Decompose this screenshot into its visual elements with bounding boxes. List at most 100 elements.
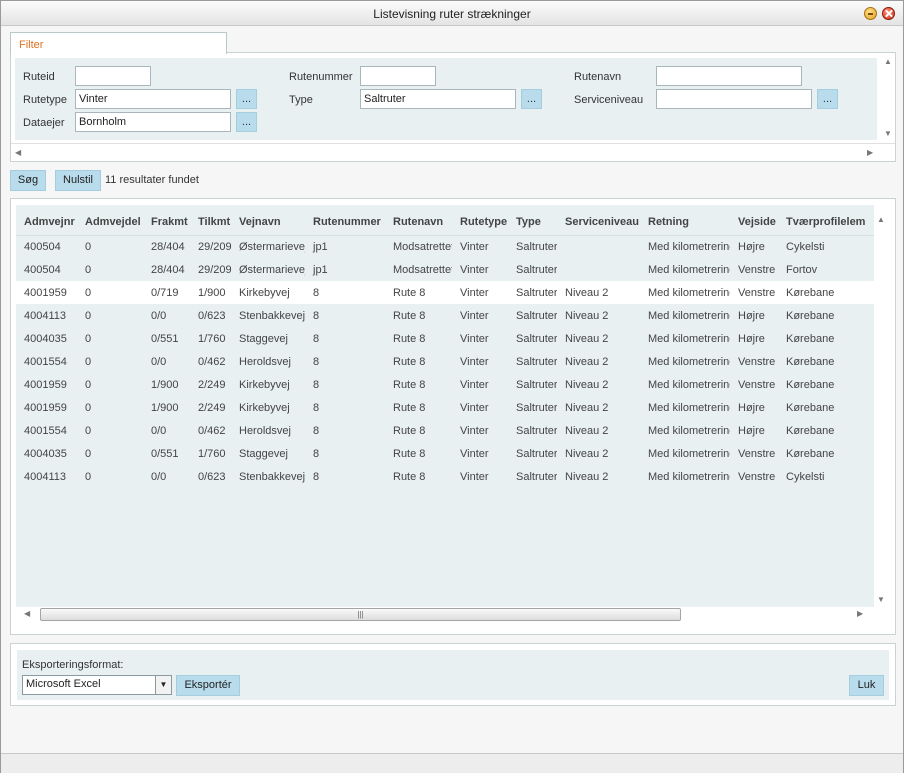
- column-header[interactable]: Rutenummer: [305, 205, 385, 236]
- table-row[interactable]: 4001554 0 0/0 0/462 Heroldsvej 8 Rute 8 Vinter S…: [16, 419, 874, 442]
- table-cell: 0/0: [151, 470, 167, 483]
- table-cell: 0: [85, 378, 92, 391]
- table-cell: Med kilometrering: [648, 263, 730, 276]
- table-cell: Vinter: [460, 424, 489, 437]
- minimize-icon[interactable]: [864, 7, 877, 20]
- dataejer-input[interactable]: [75, 112, 231, 132]
- column-header[interactable]: Type: [508, 205, 557, 236]
- scroll-right-icon[interactable]: ▶: [867, 148, 873, 157]
- table-cell: 0: [85, 240, 92, 253]
- table-cell: Staggevej: [239, 332, 288, 345]
- table-cell: Rute 8: [393, 424, 426, 437]
- table-cell: Rute 8: [393, 401, 426, 414]
- scroll-up-icon[interactable]: ▲: [884, 57, 892, 66]
- rutenummer-input[interactable]: [360, 66, 436, 86]
- table-cell: Cykelsti: [786, 470, 825, 483]
- table-cell: Saltruter: [516, 309, 557, 322]
- type-browse-button[interactable]: ...: [521, 89, 542, 109]
- table-cell: Kørebane: [786, 332, 835, 345]
- table-cell: Med kilometrering: [648, 378, 730, 391]
- type-label: Type: [289, 94, 313, 106]
- results-table: Admvejnr Admvejdel Frakmt Tilkmt Vejnavn Rute…: [16, 205, 874, 488]
- scroll-left-icon[interactable]: ◀: [24, 609, 30, 618]
- table-row[interactable]: 400504 0 28/404 29/209 Østermarievej jp1 Modsa…: [16, 258, 874, 281]
- rutenavn-input[interactable]: [656, 66, 802, 86]
- search-button[interactable]: Søg: [10, 170, 46, 191]
- table-cell: Med kilometrering: [648, 332, 730, 345]
- table-row[interactable]: 4004035 0 0/551 1/760 Staggevej 8 Rute 8 Vinter…: [16, 327, 874, 350]
- column-header[interactable]: Serviceniveau: [557, 205, 640, 236]
- table-cell: Saltruter: [516, 378, 557, 391]
- rutetype-input[interactable]: [75, 89, 231, 109]
- filter-horizontal-scrollbar[interactable]: ◀ ▶: [11, 143, 895, 161]
- column-header[interactable]: Frakmt: [143, 205, 190, 236]
- chevron-down-icon[interactable]: ▼: [155, 676, 171, 694]
- table-row[interactable]: 4004113 0 0/0 0/623 Stenbakkevej 8 Rute 8 Vinte…: [16, 465, 874, 488]
- table-row[interactable]: 4001554 0 0/0 0/462 Heroldsvej 8 Rute 8 Vinter S…: [16, 350, 874, 373]
- table-cell: 4004113: [24, 470, 67, 483]
- table-cell: Fortov: [786, 263, 818, 276]
- serviceniveau-browse-button[interactable]: ...: [817, 89, 838, 109]
- table-row[interactable]: 4004113 0 0/0 0/623 Stenbakkevej 8 Rute 8 Vinte…: [16, 304, 874, 327]
- table-cell: 8: [313, 470, 320, 483]
- table-cell: 8: [305, 281, 385, 304]
- export-panel: Eksporteringsformat: Microsoft Excel ▼ E…: [10, 643, 896, 706]
- type-input[interactable]: [360, 89, 516, 109]
- scroll-left-icon[interactable]: ◀: [15, 148, 21, 157]
- table-cell: Modsatrettet: [393, 263, 452, 276]
- scroll-right-icon[interactable]: ▶: [857, 609, 863, 618]
- table-cell: Højre: [738, 309, 765, 322]
- column-header[interactable]: Vejnavn: [231, 205, 305, 236]
- table-cell: 8: [313, 378, 320, 391]
- table-cell: 0: [85, 355, 92, 368]
- table-cell: Rute 8: [393, 309, 426, 322]
- table-cell: Niveau 2: [565, 470, 609, 483]
- export-format-select[interactable]: Microsoft Excel ▼: [22, 675, 172, 695]
- export-button[interactable]: Eksportér: [176, 675, 240, 696]
- table-cell: Niveau 2: [565, 309, 609, 322]
- table-cell: Med kilometrering: [648, 424, 730, 437]
- table-cell: Modsatrettet: [393, 240, 452, 253]
- table-cell: Med kilometrering: [648, 470, 730, 483]
- dataejer-browse-button[interactable]: ...: [236, 112, 257, 132]
- column-header[interactable]: Admvejdel: [77, 205, 143, 236]
- column-header[interactable]: Tilkmt: [190, 205, 231, 236]
- filter-vertical-scrollbar[interactable]: ▲ ▼: [881, 53, 895, 143]
- serviceniveau-input[interactable]: [656, 89, 812, 109]
- table-cell: Med kilometrering: [648, 240, 730, 253]
- table-cell: Med kilometrering: [648, 401, 730, 414]
- close-icon[interactable]: [882, 7, 895, 20]
- table-row[interactable]: 4004035 0 0/551 1/760 Staggevej 8 Rute 8 Vinter…: [16, 442, 874, 465]
- table-cell: jp1: [313, 240, 328, 253]
- title-bar[interactable]: Listevisning ruter strækninger: [1, 1, 903, 26]
- grid-vertical-scrollbar[interactable]: ▲ ▼: [874, 205, 888, 605]
- scroll-up-icon[interactable]: ▲: [877, 215, 885, 224]
- ruteid-input[interactable]: [75, 66, 151, 86]
- column-header[interactable]: Rutetype: [452, 205, 508, 236]
- rutetype-browse-button[interactable]: ...: [236, 89, 257, 109]
- table-cell: 400504: [24, 263, 61, 276]
- table-cell: Højre: [738, 401, 765, 414]
- column-header[interactable]: Rutenavn: [385, 205, 452, 236]
- column-header[interactable]: Retning: [640, 205, 730, 236]
- table-row[interactable]: 4001959 0 1/900 2/249 Kirkebyvej 8 Rute 8 Vinte…: [16, 373, 874, 396]
- scrollbar-thumb[interactable]: |||: [40, 608, 681, 621]
- column-header[interactable]: Admvejnr: [16, 205, 77, 236]
- tab-filter[interactable]: Filter: [10, 32, 227, 54]
- table-cell: Østermarievej: [239, 263, 305, 276]
- scroll-down-icon[interactable]: ▼: [884, 129, 892, 138]
- table-cell: 4004035: [24, 332, 67, 345]
- table-header-row: Admvejnr Admvejdel Frakmt Tilkmt Vejnavn Rute…: [16, 205, 874, 236]
- column-header[interactable]: Vejside: [730, 205, 778, 236]
- table-cell: 0/551: [151, 447, 179, 460]
- table-row[interactable]: 400504 0 28/404 29/209 Østermarievej jp1 Modsa…: [16, 235, 874, 258]
- column-header[interactable]: Tværprofilelem: [778, 205, 874, 236]
- reset-button[interactable]: Nulstil: [55, 170, 101, 191]
- table-cell: Saltruter: [516, 263, 557, 276]
- scroll-down-icon[interactable]: ▼: [877, 595, 885, 604]
- table-cell: 8: [313, 401, 320, 414]
- table-row[interactable]: 4001959 0 1/900 2/249 Kirkebyvej 8 Rute 8 Vinte…: [16, 396, 874, 419]
- close-button[interactable]: Luk: [849, 675, 884, 696]
- table-row[interactable]: 4001959 0 0/719 1/900 Kirkebyvej 8 Rute 8 Vinte…: [16, 281, 874, 304]
- grid-horizontal-scrollbar[interactable]: ◀ ||| ▶: [22, 605, 877, 623]
